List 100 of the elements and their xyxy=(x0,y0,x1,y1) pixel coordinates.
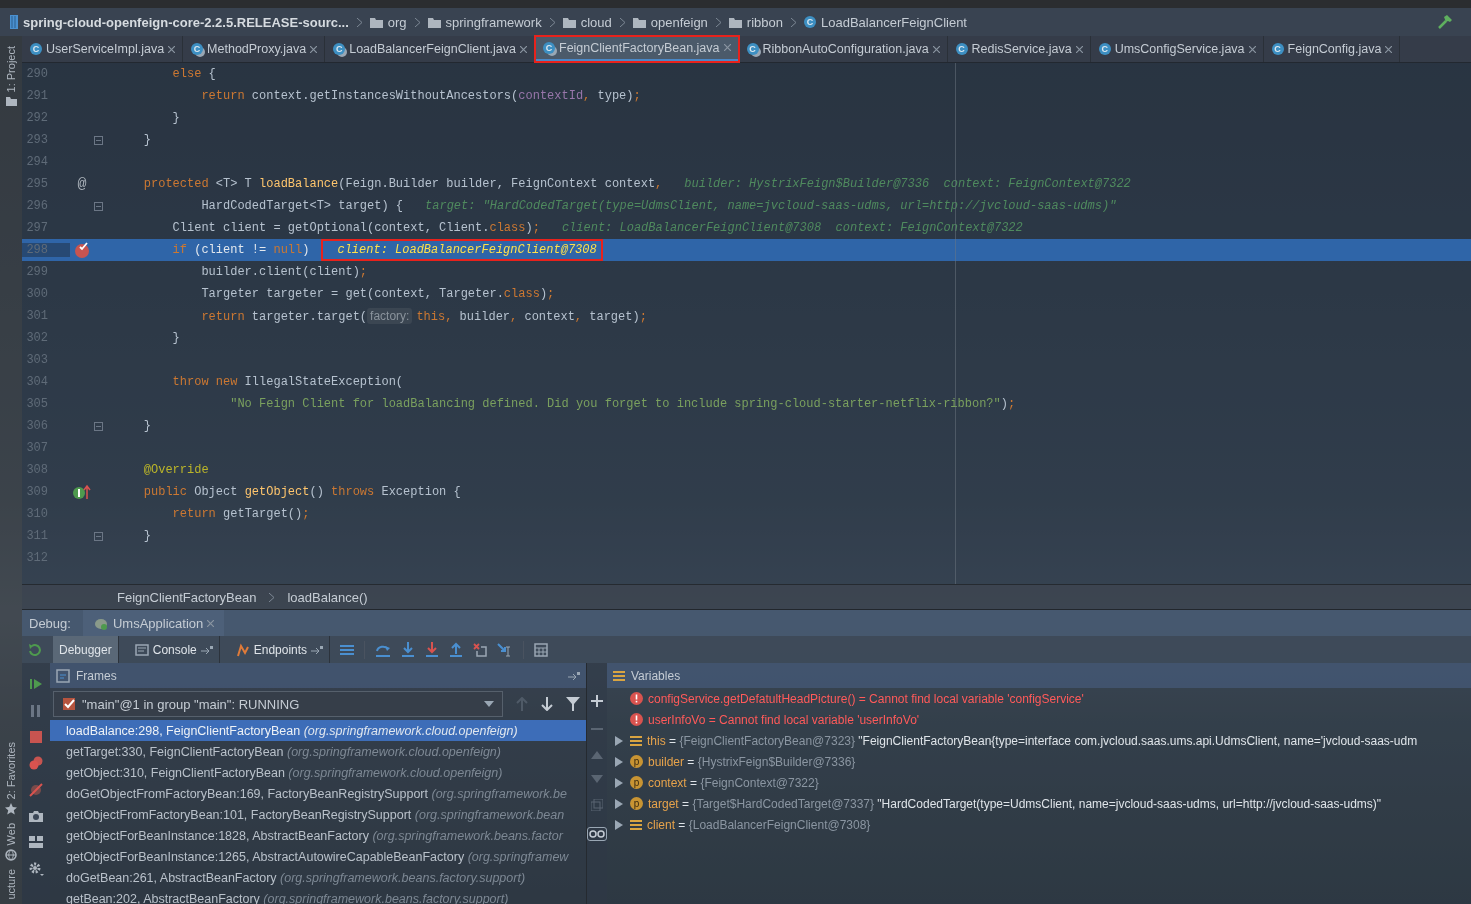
variable-row[interactable]: this = {FeignClientFactoryBean@7323} "FeignClientFactoryBean{type=interface com.jvcloud.saas.ums.api.UdmsClient, name='jvcloud-saas-udm xyxy=(647,733,1418,748)
variables-icon xyxy=(613,669,625,682)
parameter-icon: p xyxy=(630,776,643,789)
breadcrumb-item[interactable]: openfeign xyxy=(632,14,708,30)
editor-tab[interactable]: C UserServiceImpl.java xyxy=(22,36,184,62)
project-name[interactable]: spring-cloud-openfeign-core-2.2.5.RELEASE-sourc... xyxy=(23,14,349,30)
thread-dropdown[interactable]: "main"@1 in group "main": RUNNING xyxy=(53,691,503,717)
force-step-into-icon[interactable] xyxy=(425,641,440,658)
close-icon[interactable] xyxy=(207,619,215,627)
expand-arrow-icon[interactable] xyxy=(615,798,623,809)
mute-breakpoints-icon[interactable] xyxy=(29,783,43,797)
pin-icon[interactable] xyxy=(311,645,324,654)
stack-frame[interactable]: getObjectFromFactoryBean:101, FactoryBeanRegistrySupport (org.springframework.bean xyxy=(50,804,586,825)
breadcrumb-item[interactable]: FeignClientFactoryBean xyxy=(117,589,257,605)
layout-icon[interactable] xyxy=(29,836,43,848)
breadcrumb-item[interactable]: org xyxy=(369,14,407,30)
stack-frame[interactable]: loadBalance:298, FeignClientFactoryBean (org.springframework.cloud.openfeign) xyxy=(50,720,586,741)
implements-icon[interactable] xyxy=(73,484,91,500)
variable-row[interactable]: userInfoVo = Cannot find local variable 'userInfoVo' xyxy=(648,712,920,727)
close-icon[interactable] xyxy=(1385,45,1393,53)
filter-icon[interactable] xyxy=(566,697,580,711)
move-up-icon[interactable] xyxy=(591,751,603,759)
variable-row[interactable]: client = {LoadBalancerFeignClient@7308} xyxy=(647,817,871,832)
watches-icon[interactable] xyxy=(587,827,607,841)
tool-window-button[interactable]: 1: Project xyxy=(5,42,17,111)
breadcrumb-item[interactable]: springframework xyxy=(427,14,542,30)
stack-frame[interactable]: getTarget:330, FeignClientFactoryBean (org.springframework.cloud.openfeign) xyxy=(50,741,586,762)
stack-frame[interactable]: doGetBean:261, AbstractBeanFactory (org.springframework.beans.factory.support) xyxy=(50,867,586,888)
globe-icon xyxy=(5,849,17,862)
expand-arrow-icon[interactable] xyxy=(615,735,623,746)
variable-row[interactable]: context = {FeignContext@7322} xyxy=(648,775,819,790)
fold-icon[interactable] xyxy=(94,201,103,211)
editor-tab[interactable]: C FeignClientFactoryBean.java xyxy=(535,36,739,62)
stack-frame[interactable]: getObject:310, FeignClientFactoryBean (org.springframework.cloud.openfeign) xyxy=(50,762,586,783)
variable-row[interactable]: configService.getDefatultHeadPicture() = Cannot find local variable 'configService' xyxy=(648,691,1084,706)
expand-arrow-icon[interactable] xyxy=(615,819,623,830)
step-out-icon[interactable] xyxy=(449,641,464,658)
close-icon[interactable] xyxy=(1248,45,1256,53)
close-icon[interactable] xyxy=(168,45,176,53)
pin-icon[interactable] xyxy=(568,671,580,680)
breakpoints-icon[interactable] xyxy=(28,756,44,770)
code-line: Client client = getOptional(context, Client.class); xyxy=(172,221,540,235)
inline-debug-value: target: "HardCodedTarget(type=UdmsClient, name=jvcloud-saas-udms, url=http://jvcloud-saas-udms)" xyxy=(425,199,1117,213)
stack-frame[interactable]: doGetObjectFromFactoryBean:169, FactoryBeanRegistrySupport (org.springframework.be xyxy=(50,783,586,804)
hammer-icon[interactable] xyxy=(1437,14,1453,30)
editor-tab[interactable]: C RibbonAutoConfiguration.java xyxy=(738,36,948,62)
class-icon: C xyxy=(333,43,346,55)
close-icon[interactable] xyxy=(723,44,731,51)
move-down-icon[interactable] xyxy=(591,775,603,783)
editor-tab[interactable]: C MethodProxy.java xyxy=(183,36,326,62)
folder-icon xyxy=(728,16,742,28)
thread-icon xyxy=(62,697,76,711)
step-into-icon[interactable] xyxy=(401,641,416,658)
close-icon[interactable] xyxy=(310,45,318,53)
variable-row[interactable]: builder = {HystrixFeign$Builder@7336} xyxy=(648,754,856,769)
editor-tab[interactable]: C UmsConfigService.java xyxy=(1090,36,1264,62)
panel-title: Frames xyxy=(76,668,117,683)
breadcrumb-item[interactable]: cloud xyxy=(562,14,612,30)
expand-arrow-icon[interactable] xyxy=(615,777,623,788)
calculator-icon[interactable] xyxy=(534,642,549,657)
tool-window-button[interactable]: ucture xyxy=(5,865,17,904)
add-icon[interactable] xyxy=(591,695,603,707)
arrow-down-icon[interactable] xyxy=(541,697,553,711)
breadcrumb-item[interactable]: ribbon xyxy=(728,14,783,30)
inline-debug-value: client: LoadBalancerFeignClient@7308 context: FeignContext@7322 xyxy=(561,221,1023,235)
chevron-icon xyxy=(791,17,796,27)
breakpoint-icon[interactable] xyxy=(74,242,90,258)
close-icon[interactable] xyxy=(932,45,940,53)
breadcrumb-item[interactable]: C LoadBalancerFeignClient xyxy=(804,14,967,30)
menu-icon[interactable] xyxy=(340,643,355,656)
breadcrumb-item[interactable]: loadBalance() xyxy=(287,589,368,605)
code-line: return context.getInstancesWithoutAncestors(contextId, type); xyxy=(201,89,641,103)
debugger-tab[interactable]: Debugger xyxy=(53,636,119,663)
code-line: if (client != null) xyxy=(172,243,310,257)
rerun-icon[interactable] xyxy=(27,641,43,658)
editor-tab[interactable]: C FeignConfig.java xyxy=(1263,36,1401,62)
tool-window-button[interactable]: 2: Favorites xyxy=(5,737,17,819)
session-tab[interactable]: UmsApplication xyxy=(82,610,225,636)
variable-row[interactable]: target = {Target$HardCodedTarget@7337} "HardCodedTarget(type=UdmsClient, name=jvcloud-saas-udms, url=http://jvcloud-saas-udms)" xyxy=(648,796,1382,811)
pin-icon[interactable] xyxy=(200,645,213,654)
settings-icon[interactable] xyxy=(28,861,44,877)
pause-icon[interactable] xyxy=(30,704,42,718)
expand-arrow-icon[interactable] xyxy=(615,756,623,767)
class-icon: C xyxy=(955,43,968,55)
fold-icon[interactable] xyxy=(94,531,103,541)
resume-icon[interactable] xyxy=(29,677,43,691)
fold-icon[interactable] xyxy=(94,421,103,431)
stack-frame[interactable]: getObjectForBeanInstance:1828, AbstractBeanFactory (org.springframework.beans.factor xyxy=(50,825,586,846)
camera-icon[interactable] xyxy=(28,810,44,823)
copy-icon[interactable] xyxy=(591,799,603,811)
close-icon[interactable] xyxy=(520,45,527,53)
debug-label: Debug: xyxy=(28,615,72,631)
chevron-icon xyxy=(414,17,420,27)
fold-icon[interactable] xyxy=(94,135,103,145)
editor-tab[interactable]: C RedisService.java xyxy=(947,36,1091,62)
close-icon[interactable] xyxy=(1075,45,1083,53)
stack-frame[interactable]: getObjectForBeanInstance:1265, AbstractAutowireCapableBeanFactory (org.springframew xyxy=(50,846,586,867)
tool-window-button[interactable]: Web xyxy=(5,819,17,866)
annotation-marker[interactable]: @ xyxy=(77,175,87,193)
drop-frame-icon[interactable] xyxy=(473,642,488,657)
